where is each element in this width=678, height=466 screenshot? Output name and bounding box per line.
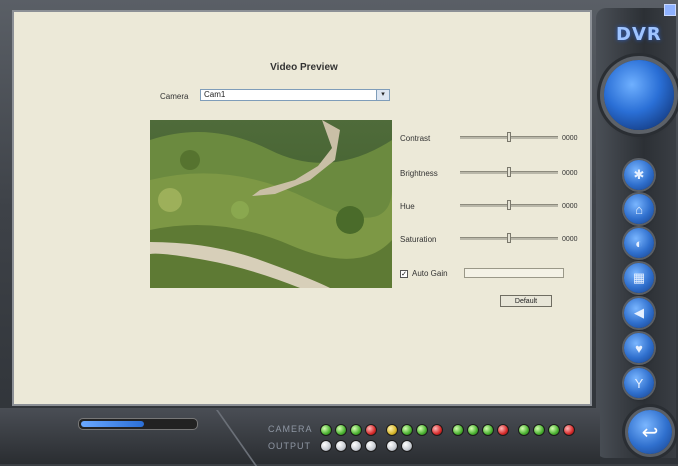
camera-row-label: CAMERA	[268, 424, 313, 434]
video-preview-panel: Video Preview Camera Cam1 ▾ Contrast 000…	[12, 10, 592, 406]
camera-led-15[interactable]	[548, 424, 560, 436]
contrast-thumb[interactable]	[507, 132, 511, 142]
check-icon: ✓	[401, 271, 407, 278]
favorite-button[interactable]: ♥	[624, 333, 654, 363]
hue-slider[interactable]	[460, 200, 558, 210]
output-led-6[interactable]	[401, 440, 413, 452]
auto-gain-checkbox[interactable]: ✓	[400, 270, 408, 278]
camera-led-1[interactable]	[320, 424, 332, 436]
contrast-slider[interactable]	[460, 132, 558, 142]
output-led-4[interactable]	[365, 440, 377, 452]
exit-icon: ↩	[641, 421, 659, 444]
calendar-icon: ▦	[632, 270, 646, 285]
camera-led-3[interactable]	[350, 424, 362, 436]
hue-label: Hue	[400, 202, 415, 211]
heart-icon: ♥	[635, 340, 643, 356]
camera-led-12[interactable]	[497, 424, 509, 436]
saturation-thumb[interactable]	[507, 233, 511, 243]
camera-led-11[interactable]	[482, 424, 494, 436]
output-led-3[interactable]	[350, 440, 362, 452]
contrast-value: 0000	[562, 135, 578, 142]
calendar-button[interactable]: ▦	[624, 263, 654, 293]
hue-thumb[interactable]	[507, 200, 511, 210]
audio-icon: ◀	[634, 305, 644, 320]
hue-value: 0000	[562, 203, 578, 210]
output-led-2[interactable]	[335, 440, 347, 452]
camera-led-4[interactable]	[365, 424, 377, 436]
preview-image	[150, 120, 392, 288]
output-led-5[interactable]	[386, 440, 398, 452]
camera-led-5[interactable]	[386, 424, 398, 436]
output-row-label: OUTPUT	[268, 441, 311, 451]
saturation-value: 0000	[562, 236, 578, 243]
camera-led-9[interactable]	[452, 424, 464, 436]
brightness-label: Brightness	[400, 169, 438, 178]
auto-gain-label: Auto Gain	[412, 269, 448, 278]
camera-led-6[interactable]	[401, 424, 413, 436]
video-preview	[150, 120, 392, 288]
audio-button[interactable]: ◀	[624, 298, 654, 328]
brightness-thumb[interactable]	[507, 167, 511, 177]
dvr-logo: DVR	[616, 24, 662, 45]
output-led-1[interactable]	[320, 440, 332, 452]
camera-led-7[interactable]	[416, 424, 428, 436]
camera-icon: ✱	[633, 167, 645, 182]
settings-button[interactable]: ⌂	[624, 194, 654, 224]
contrast-label: Contrast	[400, 134, 431, 143]
camera-select[interactable]: Cam1 ▾	[200, 89, 390, 101]
camera-led-8[interactable]	[431, 424, 443, 436]
camera-led-16[interactable]	[563, 424, 575, 436]
camera-label: Camera	[160, 92, 189, 101]
info-icon: Y	[634, 375, 644, 391]
default-button[interactable]: Default	[500, 295, 552, 307]
progress-slot	[78, 418, 198, 430]
camera-select-value: Cam1	[204, 90, 226, 99]
info-button[interactable]: Y	[624, 368, 654, 398]
playback-icon: ◐	[635, 235, 643, 251]
minimize-button[interactable]	[664, 4, 676, 16]
progress-fill	[81, 421, 144, 427]
settings-icon: ⌂	[635, 201, 643, 217]
camera-led-10[interactable]	[467, 424, 479, 436]
camera-button[interactable]: ✱	[624, 160, 654, 190]
camera-led-2[interactable]	[335, 424, 347, 436]
camera-led-13[interactable]	[518, 424, 530, 436]
playback-button[interactable]: ◐	[624, 228, 654, 258]
bottom-bar	[0, 408, 600, 464]
brightness-value: 0000	[562, 170, 578, 177]
auto-gain-bar	[464, 268, 564, 278]
exit-button[interactable]: ↩	[628, 410, 672, 454]
main-control-button[interactable]	[604, 60, 674, 130]
saturation-slider[interactable]	[460, 233, 558, 243]
brightness-slider[interactable]	[460, 167, 558, 177]
page-title: Video Preview	[270, 62, 338, 73]
chevron-down-icon[interactable]: ▾	[376, 90, 389, 100]
saturation-label: Saturation	[400, 235, 437, 244]
camera-led-14[interactable]	[533, 424, 545, 436]
